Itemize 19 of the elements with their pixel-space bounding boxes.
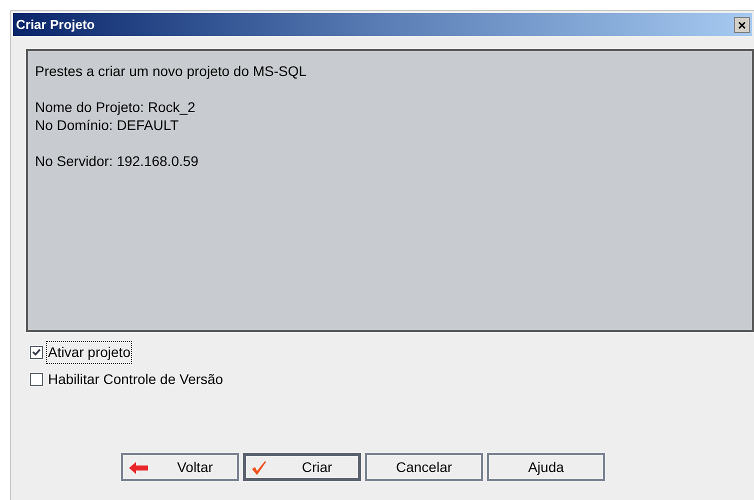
create-button[interactable]: Criar (243, 453, 361, 481)
checkmark-icon (251, 460, 267, 476)
option-checkbox[interactable]: Habilitar Controle de Versão (30, 370, 754, 389)
checkbox[interactable] (30, 373, 43, 386)
dialog-button[interactable]: Cancelar (365, 453, 483, 481)
check-icon (32, 348, 41, 357)
summary-text: Nome do Projeto: Rock_2 (35, 98, 196, 116)
left-arrow-icon (129, 462, 149, 474)
back-button[interactable]: Voltar (121, 453, 239, 481)
summary-text: Prestes a criar um novo projeto do MS-SQL (35, 62, 308, 80)
option-label: Habilitar Controle de Versão (47, 370, 224, 389)
option-label: Ativar projeto (46, 341, 132, 364)
summary-text: No Servidor: 192.168.0.59 (35, 152, 200, 170)
checkbox[interactable] (30, 346, 43, 359)
option-checkbox[interactable]: Ativar projeto (30, 343, 754, 362)
dialog-button[interactable]: Ajuda (487, 453, 605, 481)
close-button[interactable]: × (734, 16, 750, 32)
summary-text: No Domínio: DEFAULT (35, 116, 180, 134)
window-title: Criar Projeto (16, 16, 95, 34)
